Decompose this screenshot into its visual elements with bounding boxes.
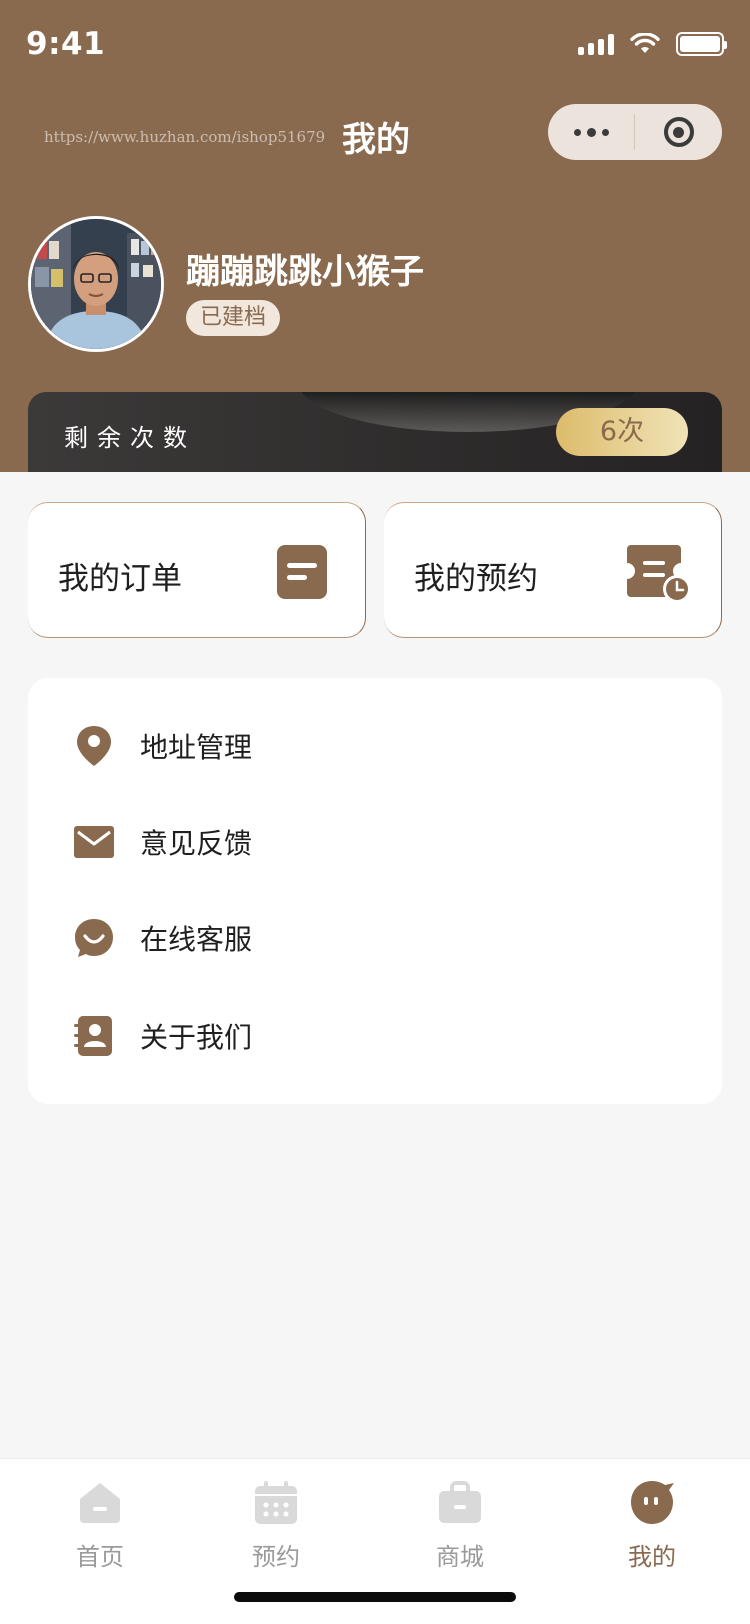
order-list-icon — [277, 545, 327, 599]
tab-label-home: 首页 — [76, 1543, 124, 1571]
tab-label-booking: 预约 — [252, 1543, 300, 1571]
my-appointments-label: 我的预约 — [414, 561, 538, 597]
mini-program-capsule — [548, 104, 722, 160]
my-appointments-card[interactable]: 我的预约 — [384, 502, 722, 638]
avatar-photo — [31, 219, 161, 349]
profile-header: 9:41 https://www.huzhan.com/ishop51679 我… — [0, 0, 750, 472]
user-name: 蹦蹦跳跳小猴子 — [186, 252, 424, 292]
remaining-times-value: 6次 — [556, 408, 688, 456]
tab-label-mall: 商城 — [436, 1543, 484, 1571]
home-icon — [80, 1483, 120, 1523]
page-title: 我的 — [342, 120, 410, 160]
status-time: 9:41 — [26, 26, 106, 62]
close-mini-program-button[interactable] — [635, 104, 722, 160]
menu-label-address: 地址管理 — [140, 731, 253, 764]
tab-profile[interactable]: 我的 — [582, 1479, 722, 1572]
menu-item-feedback[interactable]: 意见反馈 — [28, 794, 722, 890]
tab-booking[interactable]: 预约 — [206, 1479, 346, 1572]
menu-label-customer-service: 在线客服 — [140, 923, 253, 956]
battery-icon — [676, 32, 727, 56]
tab-home[interactable]: 首页 — [30, 1479, 170, 1572]
mail-icon — [74, 826, 114, 858]
profile-status-badge: 已建档 — [186, 300, 281, 336]
profile-page: 9:41 https://www.huzhan.com/ishop51679 我… — [0, 0, 750, 1624]
my-orders-label: 我的订单 — [58, 561, 182, 597]
cellular-signal-icon — [578, 33, 614, 55]
bag-icon — [439, 1481, 481, 1523]
menu-label-feedback: 意见反馈 — [140, 827, 253, 860]
remaining-times-label: 剩余次数 — [64, 424, 196, 452]
appointment-ticket-icon — [627, 545, 691, 603]
target-icon — [663, 117, 694, 147]
home-indicator[interactable] — [234, 1592, 516, 1602]
more-options-button[interactable] — [548, 104, 634, 160]
contact-book-icon — [74, 1016, 112, 1056]
url-watermark: https://www.huzhan.com/ishop51679 — [44, 128, 326, 146]
menu-item-address[interactable]: 地址管理 — [28, 698, 722, 794]
settings-menu: 地址管理 意见反馈 在线客服 关于我们 — [28, 678, 722, 1104]
menu-item-customer-service[interactable]: 在线客服 — [28, 890, 722, 986]
tab-mall[interactable]: 商城 — [390, 1479, 530, 1572]
wifi-icon — [630, 33, 660, 53]
location-pin-icon — [77, 726, 111, 766]
status-icons — [578, 32, 727, 56]
calendar-icon — [255, 1481, 297, 1524]
menu-item-about-us[interactable]: 关于我们 — [28, 988, 722, 1084]
status-bar: 9:41 — [0, 0, 750, 90]
remaining-times-card: 剩余次数 6次 — [28, 392, 722, 472]
menu-label-about-us: 关于我们 — [140, 1021, 253, 1054]
my-orders-card[interactable]: 我的订单 — [28, 502, 366, 638]
smile-chat-icon — [75, 919, 113, 957]
avatar[interactable] — [28, 216, 164, 352]
profile-face-icon — [631, 1481, 674, 1524]
tab-label-profile: 我的 — [628, 1543, 676, 1571]
